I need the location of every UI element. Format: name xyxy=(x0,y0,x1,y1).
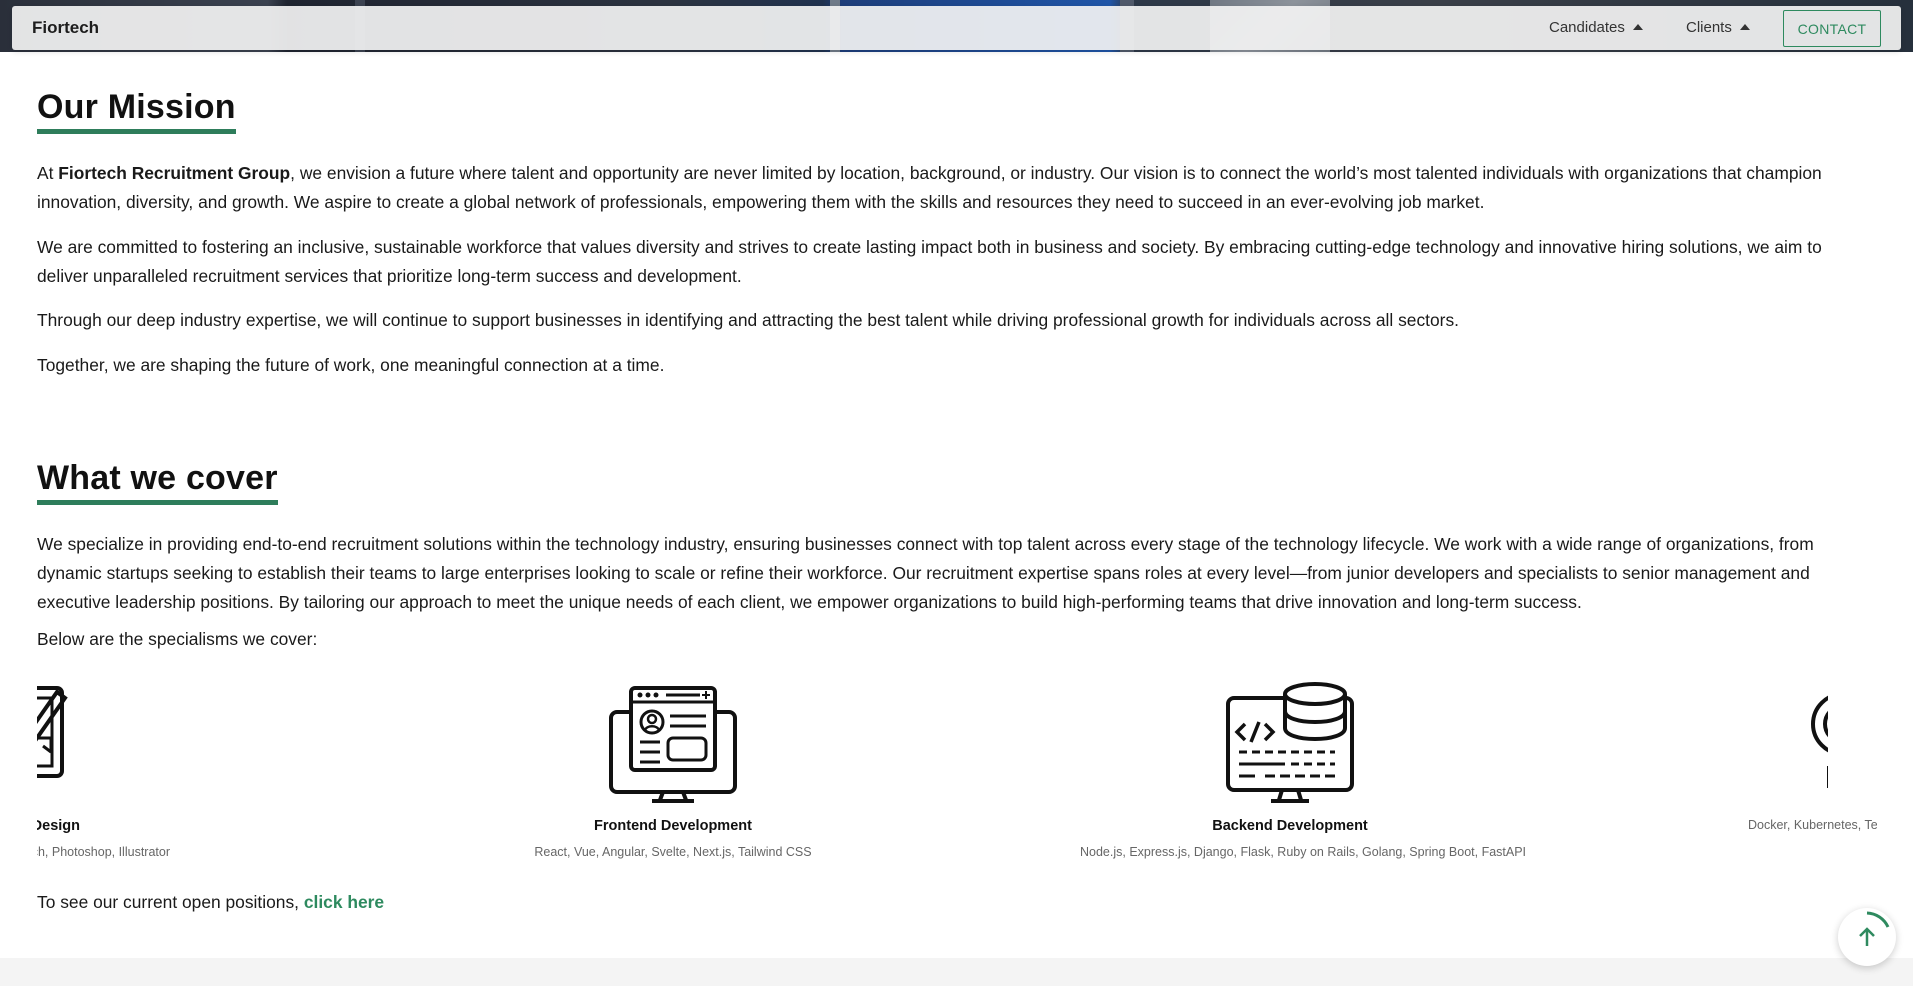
nav-candidates-dropdown[interactable]: Candidates xyxy=(1549,19,1643,36)
nav-candidates-label: Candidates xyxy=(1549,19,1625,36)
specialism-title: Frontend Development xyxy=(594,818,752,834)
specialism-subtitle: React, Vue, Angular, Svelte, Next.js, Ta… xyxy=(534,845,812,859)
cover-heading: What we cover xyxy=(37,459,278,505)
specialism-subtitle: etch, Photoshop, Illustrator xyxy=(37,845,170,859)
mission-paragraph-1: At Fiortech Recruitment Group, we envisi… xyxy=(37,159,1877,217)
devops-gear-icon xyxy=(1811,695,1828,788)
company-name-bold: Fiortech Recruitment Group xyxy=(58,163,291,183)
nav-clients-dropdown[interactable]: Clients xyxy=(1686,19,1750,36)
backend-monitor-icon xyxy=(1226,682,1354,803)
mission-paragraph-3: Through our deep industry expertise, we … xyxy=(37,310,1459,330)
caret-up-icon xyxy=(1739,23,1750,30)
mission-heading-text: Our Mission xyxy=(37,88,236,126)
brand-logo[interactable]: Fiortech xyxy=(32,18,99,38)
specialism-subtitle: Docker, Kubernetes, Terrafor xyxy=(1748,818,1877,832)
specialism-card-backend[interactable]: Backend Development Node.js, Express.js,… xyxy=(1080,680,1527,859)
contact-button[interactable]: CONTACT xyxy=(1783,10,1881,47)
heading-underline xyxy=(37,500,278,505)
scroll-to-top-button[interactable] xyxy=(1838,908,1896,966)
caret-up-icon xyxy=(1632,23,1643,30)
specialism-subtitle: Node.js, Express.js, Django, Flask, Ruby… xyxy=(1080,845,1527,859)
mission-paragraph-4: Together, we are shaping the future of w… xyxy=(37,355,665,375)
mission-p1-rest: , we envision a future where talent and … xyxy=(37,163,1822,212)
nav-clients-label: Clients xyxy=(1686,19,1732,36)
specialism-card-frontend[interactable]: Frontend Development React, Vue, Angular… xyxy=(463,680,883,859)
design-monitor-icon xyxy=(37,686,68,778)
mission-p1-lead: At xyxy=(37,163,59,183)
specialisms-carousel[interactable]: Design etch, Photoshop, Illustrator Fron… xyxy=(37,680,1877,870)
cover-paragraph-1: We specialize in providing end-to-end re… xyxy=(37,534,1814,612)
specialism-card-design[interactable]: Design etch, Photoshop, Illustrator xyxy=(37,680,222,859)
arrow-up-icon xyxy=(1859,911,1890,946)
specialism-title: Design xyxy=(37,818,80,834)
cover-heading-text: What we cover xyxy=(37,459,278,497)
mission-heading: Our Mission xyxy=(37,88,236,134)
specialism-title: Backend Development xyxy=(1212,818,1368,834)
click-here-link[interactable]: click here xyxy=(304,892,384,912)
cta-text: To see our current open positions, xyxy=(37,892,304,912)
heading-underline xyxy=(37,129,236,134)
open-positions-cta: To see our current open positions, click… xyxy=(37,892,384,913)
cover-paragraph-2: Below are the specialisms we cover: xyxy=(37,629,318,649)
mission-paragraph-2: We are committed to fostering an inclusi… xyxy=(37,237,1822,286)
specialism-card-devops[interactable]: Docker, Kubernetes, Terrafor xyxy=(1698,680,1877,832)
top-navbar: Fiortech Candidates Clients CONTACT xyxy=(12,6,1901,50)
frontend-monitor-icon xyxy=(609,686,737,803)
footer-band xyxy=(0,958,1913,986)
